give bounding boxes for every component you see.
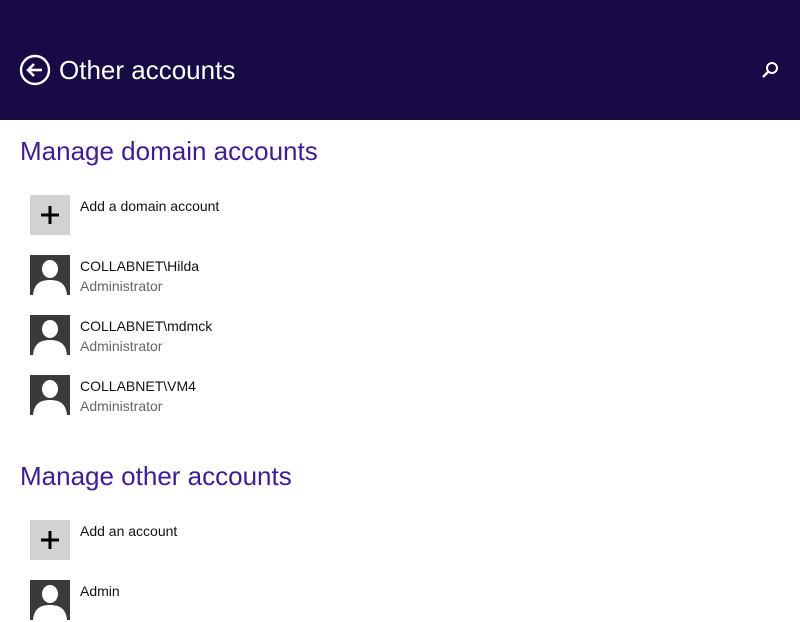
add-account-button[interactable]: Add an account	[30, 520, 550, 562]
user-icon	[33, 320, 67, 355]
app-header: Other accounts	[0, 0, 800, 120]
user-avatar	[30, 255, 70, 295]
add-tile	[30, 195, 70, 235]
plus-icon	[41, 206, 59, 224]
search-icon	[762, 62, 778, 78]
search-button[interactable]	[760, 60, 780, 80]
account-role: Administrator	[80, 398, 163, 414]
add-account-label: Add an account	[80, 523, 178, 539]
account-item-admin[interactable]: Admin	[30, 580, 550, 622]
account-name: Admin	[80, 583, 120, 599]
account-name: COLLABNET\mdmck	[80, 318, 213, 334]
user-avatar	[30, 580, 70, 620]
account-role: Administrator	[80, 278, 163, 294]
back-button[interactable]	[19, 54, 51, 86]
account-name: COLLABNET\VM4	[80, 378, 196, 394]
user-avatar	[30, 375, 70, 415]
user-icon	[33, 380, 67, 415]
account-name: COLLABNET\Hilda	[80, 258, 200, 274]
other-section-title: Manage other accounts	[20, 461, 292, 491]
account-item-vm4[interactable]: COLLABNET\VM4 Administrator	[30, 375, 550, 417]
plus-icon	[41, 531, 59, 549]
domain-section-title: Manage domain accounts	[20, 136, 318, 166]
account-item-mdmck[interactable]: COLLABNET\mdmck Administrator	[30, 315, 550, 357]
user-avatar	[30, 315, 70, 355]
account-role: Administrator	[80, 338, 163, 354]
back-arrow-circle-icon	[19, 54, 51, 86]
user-icon	[33, 260, 67, 295]
account-item-hilda[interactable]: COLLABNET\Hilda Administrator	[30, 255, 550, 297]
add-domain-account-button[interactable]: Add a domain account	[30, 195, 550, 237]
page-title: Other accounts	[59, 55, 236, 85]
user-icon	[33, 585, 67, 620]
add-tile	[30, 520, 70, 560]
add-domain-account-label: Add a domain account	[80, 198, 220, 214]
